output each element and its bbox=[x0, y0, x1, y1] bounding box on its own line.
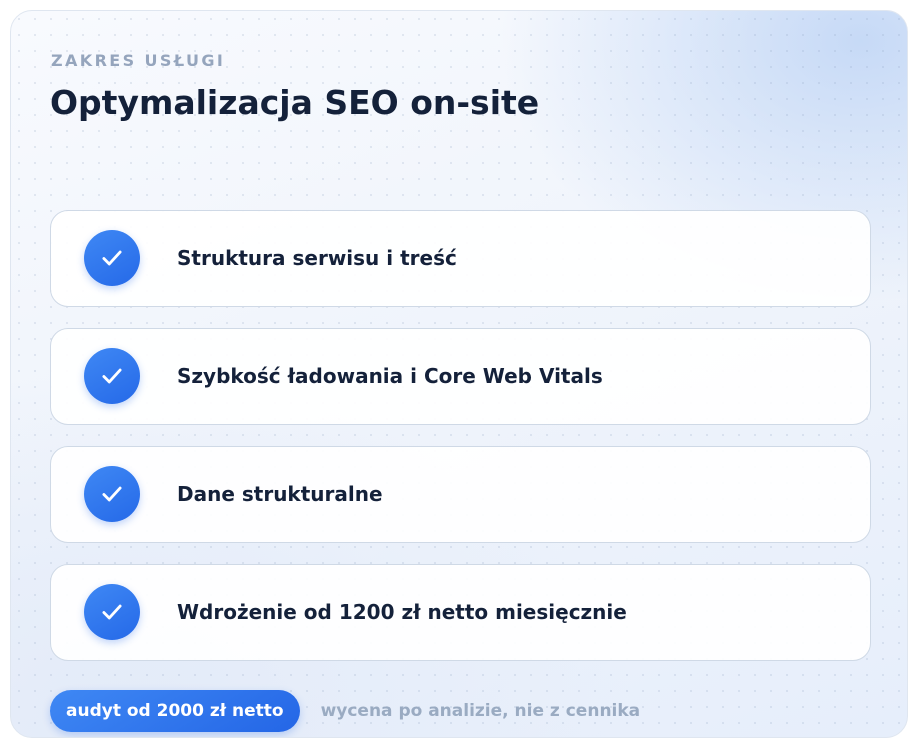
feature-item-label: Struktura serwisu i treść bbox=[177, 246, 457, 270]
service-scope-card: ZAKRES USŁUGI Optymalizacja SEO on-site … bbox=[10, 10, 908, 738]
feature-item-label: Dane strukturalne bbox=[177, 482, 383, 506]
feature-item: Szybkość ładowania i Core Web Vitals bbox=[50, 328, 871, 425]
check-icon bbox=[84, 230, 140, 286]
pricing-footer: audyt od 2000 zł netto wycena po analizi… bbox=[50, 690, 640, 732]
feature-item: Dane strukturalne bbox=[50, 446, 871, 543]
pricing-note: wycena po analizie, nie z cennika bbox=[320, 701, 641, 721]
audit-price-badge: audyt od 2000 zł netto bbox=[50, 690, 300, 732]
section-eyebrow: ZAKRES USŁUGI bbox=[51, 51, 226, 70]
feature-item: Wdrożenie od 1200 zł netto miesięcznie bbox=[50, 564, 871, 661]
feature-item-label: Szybkość ładowania i Core Web Vitals bbox=[177, 364, 603, 388]
check-icon bbox=[84, 466, 140, 522]
feature-item: Struktura serwisu i treść bbox=[50, 210, 871, 307]
check-icon bbox=[84, 584, 140, 640]
page-title: Optymalizacja SEO on-site bbox=[50, 83, 540, 122]
feature-list: Struktura serwisu i treść Szybkość ładow… bbox=[50, 210, 871, 682]
check-icon bbox=[84, 348, 140, 404]
feature-item-label: Wdrożenie od 1200 zł netto miesięcznie bbox=[177, 600, 627, 624]
